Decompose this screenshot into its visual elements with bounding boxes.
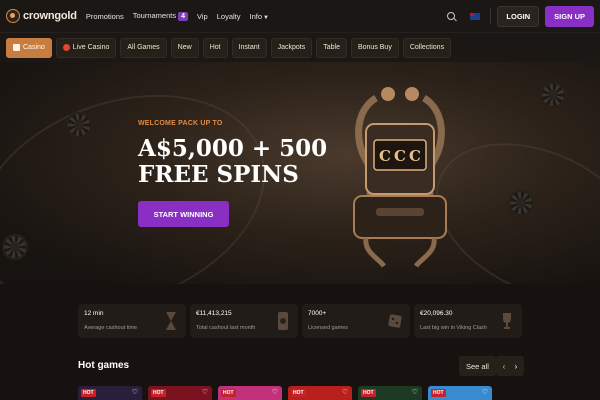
header-divider — [490, 8, 492, 24]
login-button[interactable]: LOGIN — [497, 5, 540, 27]
category-bonus-buy[interactable]: Bonus Buy — [350, 37, 399, 58]
hero-headline-line1: A$5,000 + 500 — [138, 135, 328, 162]
hot-badge: HOT — [431, 389, 446, 397]
category-table[interactable]: Table — [316, 37, 347, 58]
game-tile[interactable]: HOT ♡ — [288, 386, 352, 400]
header-actions: LOGIN SIGN UP — [442, 5, 594, 27]
nav-tournaments-label: Tournaments — [132, 11, 177, 20]
hot-badge: HOT — [361, 389, 376, 397]
svg-text:C: C — [409, 147, 421, 165]
flag-icon — [470, 12, 481, 20]
heart-icon[interactable]: ♡ — [132, 388, 138, 396]
nav-tournaments[interactable]: Tournaments 4 — [132, 11, 189, 21]
see-all-button[interactable]: See all — [459, 356, 496, 376]
svg-text:C: C — [394, 147, 406, 165]
category-all-games[interactable]: All Games — [120, 37, 167, 58]
nav-promotions[interactable]: Promotions — [86, 12, 124, 21]
nav-info[interactable]: Info▼ — [250, 12, 269, 21]
game-tile[interactable]: HOT ♡ — [148, 386, 212, 400]
hero-headline-line2: FREE SPINS — [138, 161, 299, 188]
stat-card-licensed-games: 7000+ Licensed games — [302, 304, 410, 338]
hourglass-icon — [166, 312, 176, 330]
heart-icon[interactable]: ♡ — [272, 388, 278, 396]
nav-vip[interactable]: Vip — [197, 12, 208, 21]
hero-headline: A$5,000 + 500 FREE SPINS — [138, 136, 327, 188]
brand-name: crowngold — [23, 10, 77, 22]
hot-games-carousel: HOT ♡ HOT ♡ HOT ♡ HOT ♡ HOT ♡ HOT ♡ — [78, 386, 522, 400]
main-menu: Promotions Tournaments 4 Vip Loyalty Info… — [86, 11, 269, 21]
hero-banner: WELCOME PACK UP TO A$5,000 + 500 FREE SP… — [0, 62, 600, 284]
category-casino[interactable]: Casino — [6, 37, 52, 58]
stat-card-big-win: €20,096.30 Last big win in Viking Clash — [414, 304, 522, 338]
phone-coin-icon — [278, 312, 288, 330]
poker-chip-icon — [66, 112, 92, 138]
crown-logo-icon — [6, 9, 20, 23]
category-label: Live Casino — [72, 44, 110, 51]
top-navbar: crowngold Promotions Tournaments 4 Vip Lo… — [0, 0, 600, 32]
nav-loyalty[interactable]: Loyalty — [217, 12, 241, 21]
trophy-icon — [503, 313, 511, 329]
stats-row: 12 min Average cashout time €11,413,215 … — [78, 304, 522, 338]
search-icon — [447, 12, 456, 20]
category-live-casino[interactable]: Live Casino — [55, 37, 117, 58]
hot-badge: HOT — [81, 389, 96, 397]
casino-icon — [13, 44, 20, 51]
carousel-next-button[interactable]: › — [508, 356, 524, 376]
hot-badge: HOT — [151, 389, 166, 397]
game-tile[interactable]: HOT ♡ — [358, 386, 422, 400]
casino-homepage: crowngold Promotions Tournaments 4 Vip Lo… — [0, 0, 600, 400]
game-tile[interactable]: HOT ♡ — [78, 386, 142, 400]
hero-eyebrow: WELCOME PACK UP TO — [138, 120, 223, 127]
category-jackpots[interactable]: Jackpots — [270, 37, 313, 58]
start-winning-button[interactable]: START WINNING — [138, 201, 229, 227]
poker-chip-icon — [508, 190, 534, 216]
chevron-down-icon: ▼ — [263, 14, 269, 21]
poker-chip-icon — [2, 234, 28, 260]
category-hot[interactable]: Hot — [202, 37, 228, 58]
category-bar: Casino Live Casino All Games New Hot Ins… — [0, 32, 600, 62]
search-button[interactable] — [442, 7, 460, 25]
live-icon — [62, 44, 70, 51]
chevron-left-icon: ‹ — [502, 361, 506, 371]
category-label: Casino — [23, 44, 45, 51]
snake-slot-machine-illustration: C C C — [353, 87, 447, 268]
category-collections[interactable]: Collections — [402, 37, 452, 58]
stat-card-total-cashout: €11,413,215 Total cashout last month — [190, 304, 298, 338]
category-instant[interactable]: Instant — [231, 37, 267, 58]
hot-games-title: Hot games — [78, 360, 130, 371]
hot-badge: HOT — [221, 389, 236, 397]
dice-icon — [388, 314, 402, 328]
game-tile[interactable]: HOT ♡ — [428, 386, 492, 400]
heart-icon[interactable]: ♡ — [202, 388, 208, 396]
brand-logo[interactable]: crowngold — [6, 9, 77, 23]
category-new[interactable]: New — [170, 37, 199, 58]
stat-card-cashout-time: 12 min Average cashout time — [78, 304, 186, 338]
heart-icon[interactable]: ♡ — [482, 388, 488, 396]
heart-icon[interactable]: ♡ — [412, 388, 418, 396]
tournaments-count-badge: 4 — [178, 12, 189, 21]
signup-button[interactable]: SIGN UP — [545, 5, 594, 27]
poker-chip-icon — [540, 82, 566, 108]
game-tile[interactable]: HOT ♡ — [218, 386, 282, 400]
chevron-right-icon: › — [514, 361, 518, 371]
language-selector[interactable] — [466, 7, 484, 25]
svg-text:C: C — [379, 147, 391, 165]
heart-icon[interactable]: ♡ — [342, 388, 348, 396]
hot-badge: HOT — [291, 389, 306, 397]
nav-info-label: Info — [249, 11, 263, 21]
